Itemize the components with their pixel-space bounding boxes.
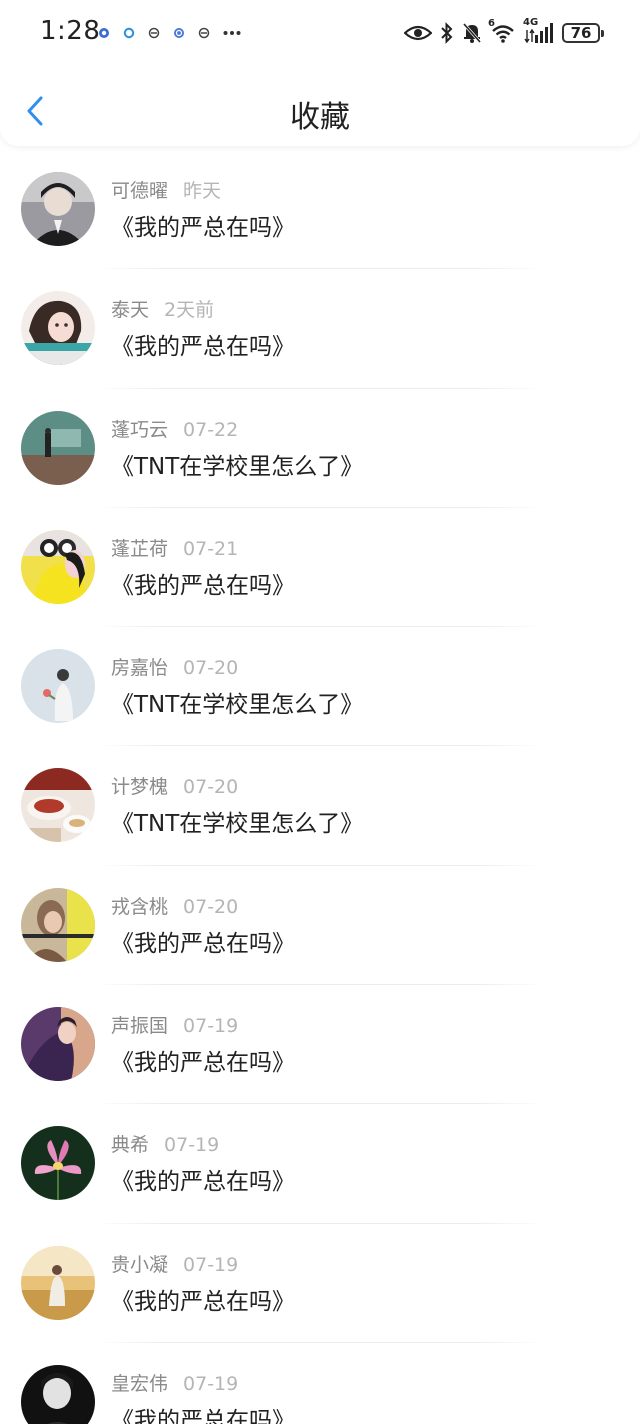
author-name: 房嘉怡 xyxy=(111,657,169,680)
item-time: 07-20 xyxy=(183,657,239,680)
avatar[interactable] xyxy=(21,291,95,366)
author-name: 可德曜 xyxy=(111,180,169,202)
avatar[interactable] xyxy=(21,1245,95,1320)
sim-label: 6 xyxy=(488,18,495,29)
item-meta: 蓬芷荷 07-21 xyxy=(111,534,238,561)
mute-bell-icon xyxy=(462,22,482,44)
item-meta: 蓬巧云 07-22 xyxy=(111,415,238,442)
story-title: 《我的严总在吗》 xyxy=(111,572,295,599)
app-notification-icon xyxy=(173,27,185,39)
author-name: 皇宏伟 xyxy=(111,1372,169,1395)
avatar[interactable] xyxy=(21,887,95,962)
avatar[interactable] xyxy=(21,1007,95,1082)
author-name: 蓬巧云 xyxy=(111,418,169,441)
battery-icon: 76 xyxy=(562,23,604,43)
avatar[interactable] xyxy=(21,1364,95,1424)
author-name: 泰天 xyxy=(111,299,150,322)
eye-icon xyxy=(404,24,432,42)
item-meta: 戎含桃 07-20 xyxy=(111,892,238,919)
more-dots-icon xyxy=(223,30,241,36)
avatar[interactable] xyxy=(21,172,95,246)
message-notification-icon xyxy=(148,27,160,39)
status-bar: 1:28 6 4G 76 xyxy=(0,0,640,66)
circle-notification-icon xyxy=(123,27,135,39)
status-right: 6 4G 76 xyxy=(404,17,604,48)
story-title: 《TNT在学校里怎么了》 xyxy=(111,692,364,719)
author-name: 计梦槐 xyxy=(111,776,169,799)
item-time: 07-19 xyxy=(183,1372,239,1395)
list-item[interactable]: 蓬巧云 07-22 《TNT在学校里怎么了》 xyxy=(0,389,640,508)
app-notification-icon xyxy=(98,27,110,39)
item-meta: 计梦槐 07-20 xyxy=(111,772,238,799)
nav-bar: 收藏 xyxy=(0,76,640,146)
item-meta: 贵小凝 07-19 xyxy=(111,1250,238,1277)
item-time: 07-19 xyxy=(164,1134,220,1157)
header: 1:28 6 4G 76 收藏 xyxy=(0,0,640,146)
author-name: 戎含桃 xyxy=(111,895,169,918)
item-time: 07-19 xyxy=(183,1015,239,1038)
item-time: 07-20 xyxy=(183,776,239,799)
item-meta: 房嘉怡 07-20 xyxy=(111,653,238,680)
item-meta: 声振国 07-19 xyxy=(111,1011,238,1038)
item-meta: 皇宏伟 07-19 xyxy=(111,1369,238,1396)
signal-icon: 4G xyxy=(523,17,554,44)
list-item[interactable]: 房嘉怡 07-20 《TNT在学校里怎么了》 xyxy=(0,627,640,747)
item-meta: 泰天 2天前 xyxy=(111,295,214,322)
list-item[interactable]: 声振国 07-19 《我的严总在吗》 xyxy=(0,985,640,1105)
avatar[interactable] xyxy=(21,529,95,604)
item-time: 昨天 xyxy=(183,180,222,202)
status-time: 1:28 xyxy=(40,16,101,46)
item-time: 07-22 xyxy=(183,418,239,441)
item-time: 07-19 xyxy=(183,1253,239,1276)
avatar[interactable] xyxy=(21,410,95,485)
list-item[interactable]: 皇宏伟 07-19 《我的严总在吗》 xyxy=(0,1343,640,1424)
story-title: 《我的严总在吗》 xyxy=(111,334,295,361)
avatar[interactable] xyxy=(21,1126,95,1201)
bluetooth-icon xyxy=(440,22,454,44)
story-title: 《我的严总在吗》 xyxy=(111,930,295,957)
story-title: 《我的严总在吗》 xyxy=(111,1288,295,1315)
story-title: 《我的严总在吗》 xyxy=(111,1169,295,1196)
list-item[interactable]: 计梦槐 07-20 《TNT在学校里怎么了》 xyxy=(0,746,640,866)
item-time: 07-20 xyxy=(183,895,239,918)
story-title: 《TNT在学校里怎么了》 xyxy=(111,453,364,480)
list-item[interactable]: 泰天 2天前 《我的严总在吗》 xyxy=(0,269,640,389)
message-notification-icon xyxy=(198,27,210,39)
author-name: 典希 xyxy=(111,1134,150,1157)
list-item[interactable]: 戎含桃 07-20 《我的严总在吗》 xyxy=(0,866,640,986)
story-title: 《我的严总在吗》 xyxy=(111,215,295,241)
author-name: 声振国 xyxy=(111,1015,169,1038)
author-name: 贵小凝 xyxy=(111,1253,169,1276)
wifi-icon: 6 xyxy=(488,18,516,44)
list-item[interactable]: 可德曜 昨天 《我的严总在吗》 xyxy=(0,150,640,270)
item-meta: 典希 07-19 xyxy=(111,1130,219,1157)
item-time: 2天前 xyxy=(164,299,215,322)
network-label: 4G xyxy=(523,17,539,28)
story-title: 《我的严总在吗》 xyxy=(111,1050,295,1077)
avatar[interactable] xyxy=(21,768,95,843)
avatar[interactable] xyxy=(21,649,95,724)
author-name: 蓬芷荷 xyxy=(111,537,169,560)
item-meta: 可德曜 昨天 xyxy=(111,176,221,203)
favorites-screen: 1:28 6 4G 76 收藏 可德曜 昨天 《我的严总在吗》 泰天 2天前 《… xyxy=(0,0,640,1424)
list-item[interactable]: 典希 07-19 《我的严总在吗》 xyxy=(0,1104,640,1224)
page-title: 收藏 xyxy=(290,100,350,135)
story-title: 《我的严总在吗》 xyxy=(111,1407,295,1424)
list-item[interactable]: 贵小凝 07-19 《我的严总在吗》 xyxy=(0,1224,640,1343)
story-title: 《TNT在学校里怎么了》 xyxy=(111,811,364,838)
notification-icons xyxy=(98,26,241,40)
favorites-list: 可德曜 昨天 《我的严总在吗》 泰天 2天前 《我的严总在吗》 蓬巧云 07-22 《… xyxy=(0,150,640,1424)
item-time: 07-21 xyxy=(183,537,239,560)
list-item[interactable]: 蓬芷荷 07-21 《我的严总在吗》 xyxy=(0,508,640,628)
